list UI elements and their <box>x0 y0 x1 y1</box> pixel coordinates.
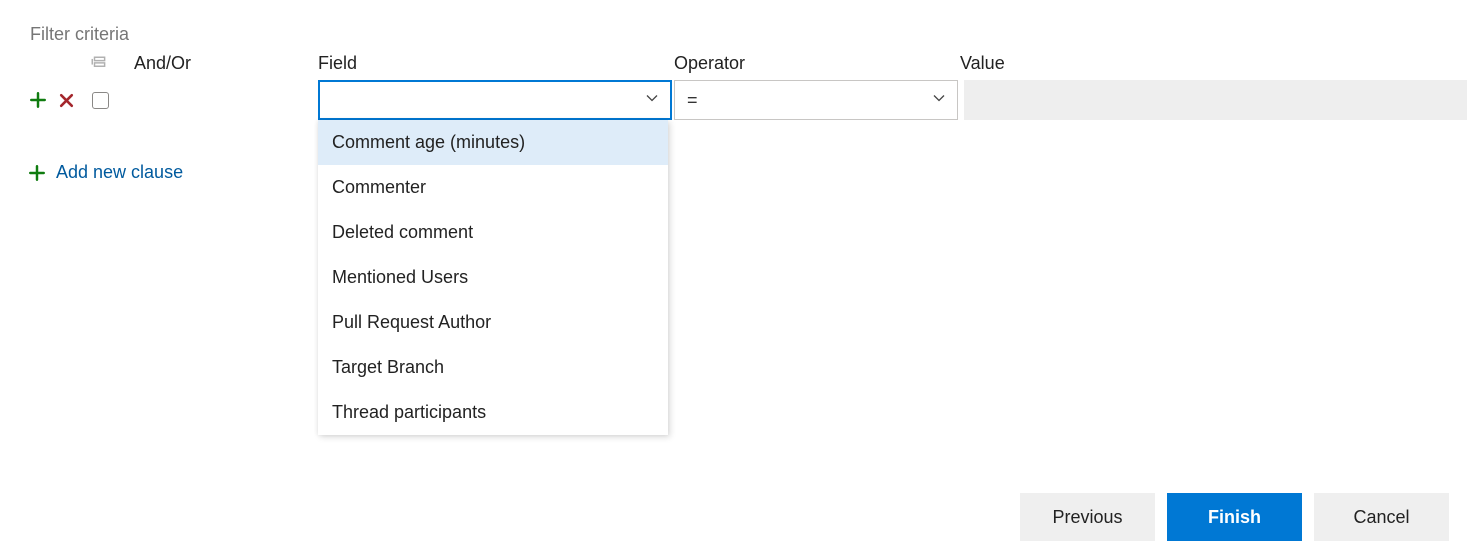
chevron-down-icon <box>644 90 660 111</box>
field-option[interactable]: Thread participants <box>318 390 668 435</box>
remove-clause-icon[interactable] <box>56 90 76 110</box>
col-value: Value <box>960 53 1467 80</box>
value-cell <box>960 80 1467 120</box>
col-operator: Operator <box>674 53 958 80</box>
criteria-grid: And/Or Field Operator Value <box>18 53 1449 120</box>
operator-cell: = <box>674 80 958 120</box>
group-icon <box>90 55 108 78</box>
value-input-disabled <box>964 80 1467 120</box>
add-clause-icon[interactable] <box>28 90 48 110</box>
clause-group-checkbox[interactable] <box>92 92 109 109</box>
field-combobox[interactable] <box>318 80 672 120</box>
chevron-down-icon <box>931 90 947 111</box>
field-option[interactable]: Deleted comment <box>318 210 668 255</box>
finish-button[interactable]: Finish <box>1167 493 1302 541</box>
field-option[interactable]: Commenter <box>318 165 668 210</box>
cancel-button[interactable]: Cancel <box>1314 493 1449 541</box>
row-actions <box>18 90 88 110</box>
plus-icon <box>28 164 46 182</box>
field-option[interactable]: Pull Request Author <box>318 300 668 345</box>
footer-buttons: Previous Finish Cancel <box>1020 493 1449 541</box>
field-option[interactable]: Target Branch <box>318 345 668 390</box>
previous-button[interactable]: Previous <box>1020 493 1155 541</box>
add-new-clause-label: Add new clause <box>56 162 183 183</box>
field-option[interactable]: Mentioned Users <box>318 255 668 300</box>
col-andor: And/Or <box>134 53 316 80</box>
operator-combobox[interactable]: = <box>674 80 958 120</box>
field-dropdown: Comment age (minutes)CommenterDeleted co… <box>318 120 668 435</box>
add-new-clause-link[interactable]: Add new clause <box>28 162 1449 183</box>
filter-criteria-panel: Filter criteria And/Or Field Operator Va… <box>0 0 1467 549</box>
field-option[interactable]: Comment age (minutes) <box>318 120 668 165</box>
field-cell: Comment age (minutes)CommenterDeleted co… <box>318 80 672 120</box>
col-field: Field <box>318 53 672 80</box>
panel-title: Filter criteria <box>30 24 1449 45</box>
operator-combobox-value: = <box>687 90 698 111</box>
